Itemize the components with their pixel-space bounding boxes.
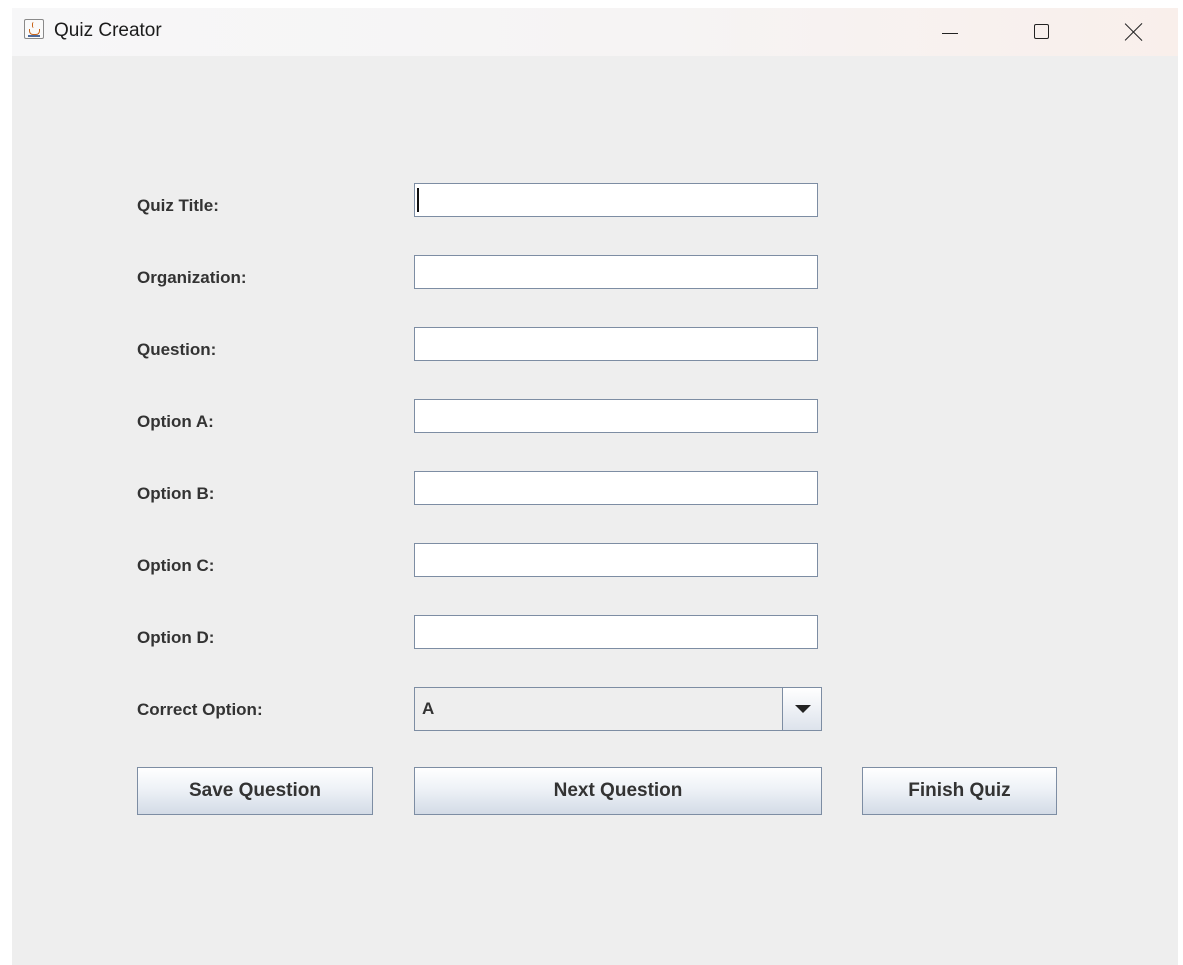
minimize-icon: [942, 33, 958, 34]
maximize-button[interactable]: [1012, 8, 1072, 56]
next-question-button[interactable]: Next Question: [414, 767, 822, 815]
option-b-input[interactable]: [414, 471, 818, 505]
option-b-label: Option B:: [137, 484, 215, 503]
java-app-icon: [24, 19, 44, 39]
correct-option-value: A: [422, 699, 435, 718]
quiz-title-input[interactable]: [414, 183, 818, 217]
dropdown-toggle-button[interactable]: [782, 687, 822, 731]
text-caret: [417, 188, 419, 212]
organization-label: Organization:: [137, 268, 247, 287]
chevron-down-icon: [795, 705, 811, 713]
finish-quiz-button[interactable]: Finish Quiz: [862, 767, 1057, 815]
option-a-input[interactable]: [414, 399, 818, 433]
quiz-creator-window: Quiz Creator Quiz Title: Organization: Q…: [12, 8, 1178, 965]
quiz-title-label: Quiz Title:: [137, 196, 219, 215]
maximize-icon: [1034, 24, 1049, 39]
minimize-button[interactable]: [920, 8, 980, 56]
option-d-input[interactable]: [414, 615, 818, 649]
option-c-label: Option C:: [137, 556, 215, 575]
correct-option-label: Correct Option:: [137, 700, 263, 719]
close-button[interactable]: [1104, 8, 1164, 56]
title-bar[interactable]: Quiz Creator: [12, 8, 1178, 56]
option-a-label: Option A:: [137, 412, 214, 431]
window-title: Quiz Creator: [54, 20, 162, 41]
question-input[interactable]: [414, 327, 818, 361]
organization-input[interactable]: [414, 255, 818, 289]
option-d-label: Option D:: [137, 628, 215, 647]
question-label: Question:: [137, 340, 217, 359]
option-c-input[interactable]: [414, 543, 818, 577]
close-icon: [1124, 22, 1144, 42]
save-question-button[interactable]: Save Question: [137, 767, 373, 815]
correct-option-dropdown[interactable]: A: [414, 687, 822, 731]
